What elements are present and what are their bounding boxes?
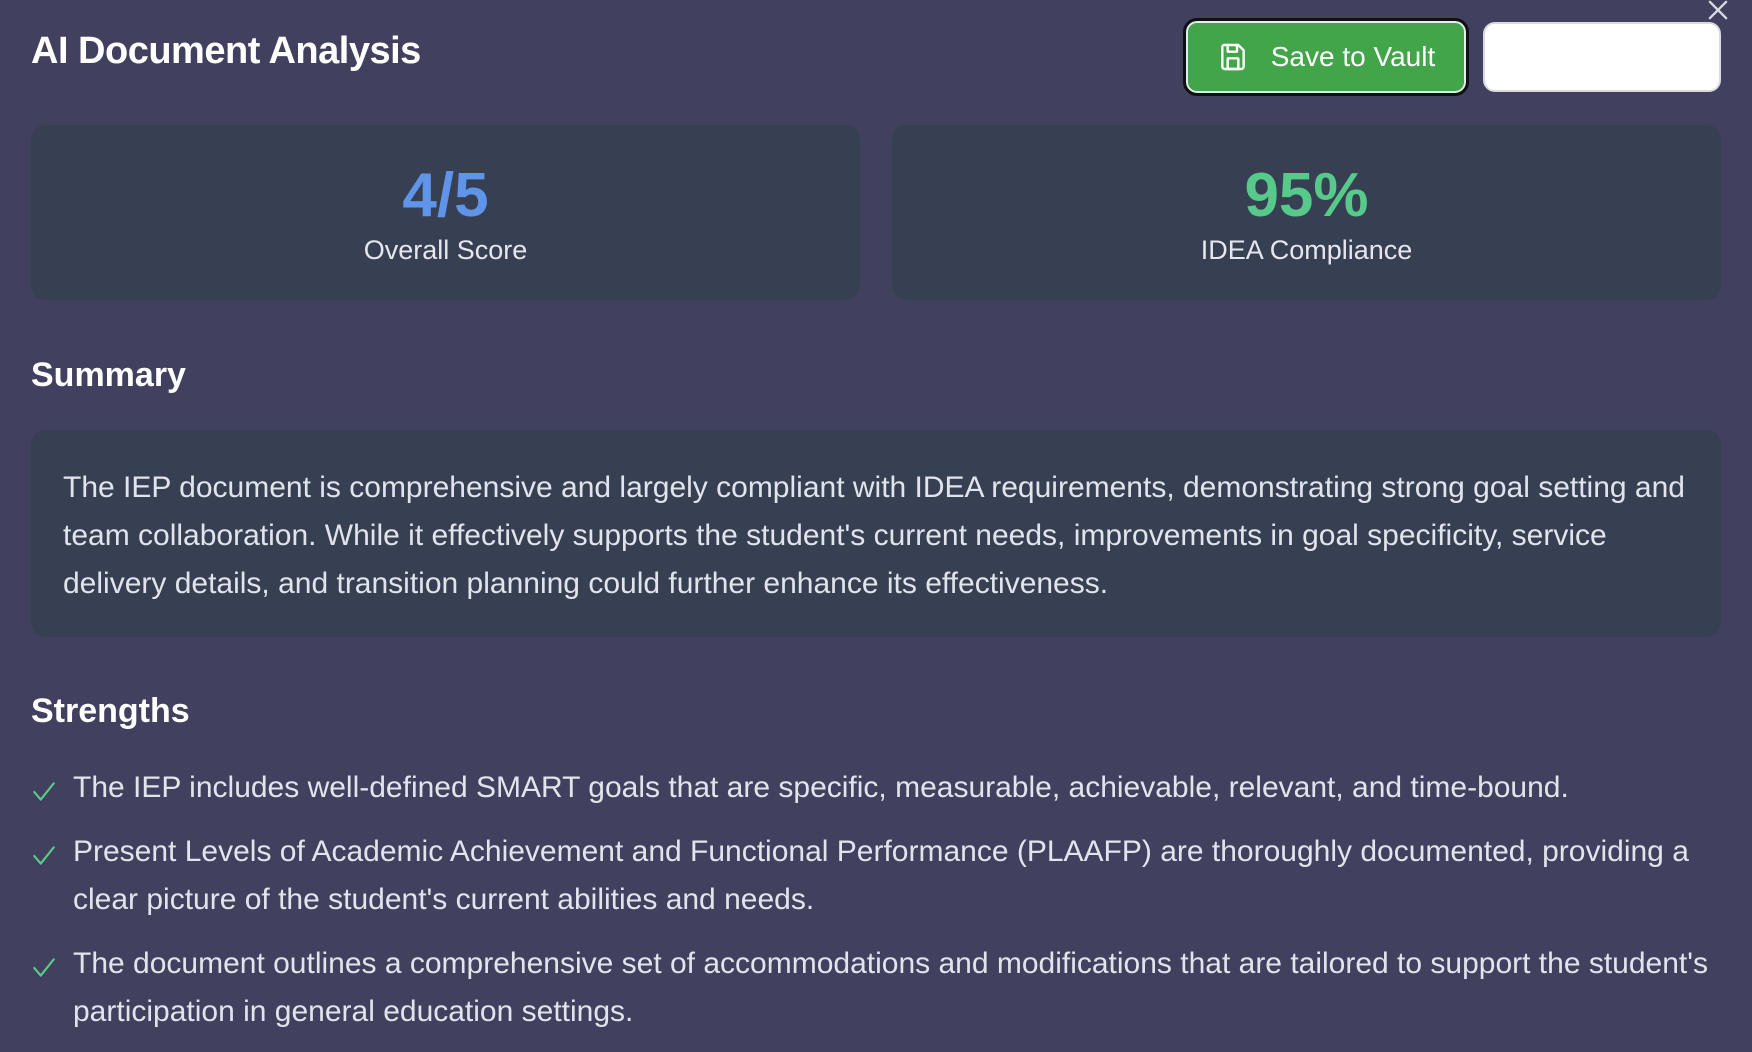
checkmark-icon xyxy=(31,828,73,876)
secondary-action-button[interactable] xyxy=(1483,22,1721,92)
strength-item: The document outlines a comprehensive se… xyxy=(31,940,1731,1036)
idea-compliance-value: 95% xyxy=(1244,161,1369,230)
summary-heading: Summary xyxy=(31,356,186,394)
strength-text: The document outlines a comprehensive se… xyxy=(73,947,1708,1028)
checkmark-icon xyxy=(31,940,73,988)
idea-compliance-card: 95% IDEA Compliance xyxy=(892,125,1721,300)
strength-text: The IEP includes well-defined SMART goal… xyxy=(73,771,1569,804)
save-to-vault-button[interactable]: Save to Vault xyxy=(1183,18,1469,96)
score-cards: 4/5 Overall Score 95% IDEA Compliance xyxy=(31,125,1721,300)
strengths-list: The IEP includes well-defined SMART goal… xyxy=(31,764,1731,1052)
page-title: AI Document Analysis xyxy=(31,30,421,72)
strength-item: Present Levels of Academic Achievement a… xyxy=(31,828,1731,924)
floppy-disk-icon xyxy=(1220,43,1245,71)
checkmark-icon xyxy=(31,764,73,812)
modal-header: AI Document Analysis Save to Vault xyxy=(31,18,1721,100)
summary-text: The IEP document is comprehensive and la… xyxy=(63,471,1685,600)
overall-score-value: 4/5 xyxy=(402,161,489,230)
strength-item: The IEP includes well-defined SMART goal… xyxy=(31,764,1731,812)
overall-score-label: Overall Score xyxy=(363,235,528,265)
idea-compliance-label: IDEA Compliance xyxy=(1200,235,1413,265)
overall-score-card: 4/5 Overall Score xyxy=(31,125,860,300)
analysis-modal: AI Document Analysis Save to Vault 4/5 O… xyxy=(0,0,1752,1040)
save-to-vault-label: Save to Vault xyxy=(1270,41,1436,72)
strengths-heading: Strengths xyxy=(31,692,190,730)
header-actions: Save to Vault xyxy=(1183,18,1721,96)
strength-text: Present Levels of Academic Achievement a… xyxy=(73,835,1689,916)
summary-box: The IEP document is comprehensive and la… xyxy=(31,430,1721,637)
